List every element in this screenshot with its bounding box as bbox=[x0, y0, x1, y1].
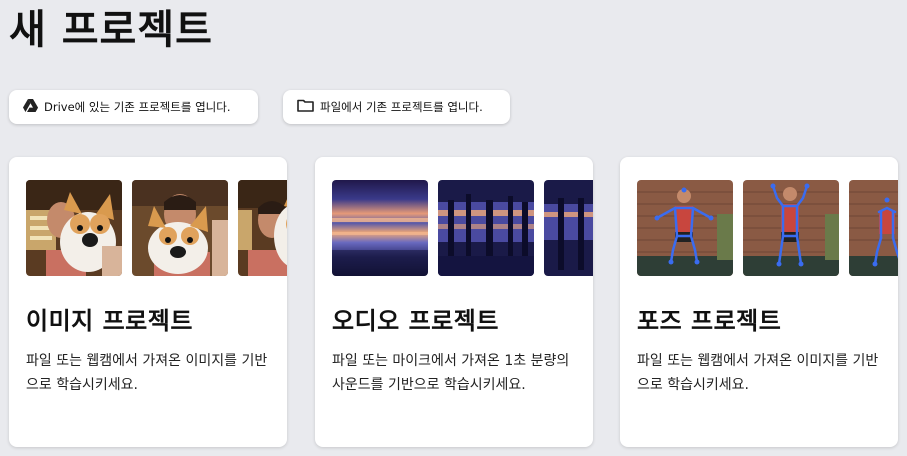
image-project-title: 이미지 프로젝트 bbox=[26, 307, 193, 335]
pose-skeleton-thumbnail bbox=[849, 180, 898, 276]
open-from-drive-label: Drive에 있는 기존 프로젝트를 엽니다. bbox=[44, 100, 231, 114]
pose-project-description: 파일 또는 웹캠에서 가져온 이미지를 기반으로 학습시키세요. bbox=[637, 353, 879, 393]
audio-project-thumbnails bbox=[332, 180, 593, 276]
open-from-drive-button[interactable]: Drive에 있는 기존 프로젝트를 엽니다. bbox=[9, 90, 258, 124]
spectrogram-thumbnail bbox=[332, 180, 428, 276]
pose-project-card[interactable]: 포즈 프로젝트 파일 또는 웹캠에서 가져온 이미지를 기반으로 학습시키세요. bbox=[620, 157, 898, 447]
open-from-file-button[interactable]: 파일에서 기존 프로젝트를 엽니다. bbox=[283, 90, 510, 124]
pose-skeleton-thumbnail bbox=[637, 180, 733, 276]
dog-plush-webcam-thumbnail bbox=[132, 180, 228, 276]
folder-icon bbox=[297, 99, 314, 115]
open-from-file-label: 파일에서 기존 프로젝트를 엽니다. bbox=[320, 100, 483, 114]
audio-project-description: 파일 또는 마이크에서 가져온 1초 분량의 사운드를 기반으로 학습시키세요. bbox=[332, 353, 570, 393]
spectrogram-thumbnail bbox=[438, 180, 534, 276]
google-drive-icon bbox=[23, 99, 38, 115]
image-project-thumbnails bbox=[26, 180, 287, 276]
pose-project-thumbnails bbox=[637, 180, 898, 276]
spectrogram-thumbnail bbox=[544, 180, 593, 276]
pose-project-title: 포즈 프로젝트 bbox=[637, 307, 782, 335]
image-project-card[interactable]: 이미지 프로젝트 파일 또는 웹캠에서 가져온 이미지를 기반으로 학습시키세요… bbox=[9, 157, 287, 447]
image-project-description: 파일 또는 웹캠에서 가져온 이미지를 기반으로 학습시키세요. bbox=[26, 353, 268, 393]
dog-plush-webcam-thumbnail bbox=[26, 180, 122, 276]
audio-project-card[interactable]: 오디오 프로젝트 파일 또는 마이크에서 가져온 1초 분량의 사운드를 기반으… bbox=[315, 157, 593, 447]
pose-skeleton-thumbnail bbox=[743, 180, 839, 276]
dog-plush-webcam-thumbnail bbox=[238, 180, 287, 276]
audio-project-title: 오디오 프로젝트 bbox=[332, 307, 499, 335]
page-title: 새 프로젝트 bbox=[9, 7, 213, 53]
